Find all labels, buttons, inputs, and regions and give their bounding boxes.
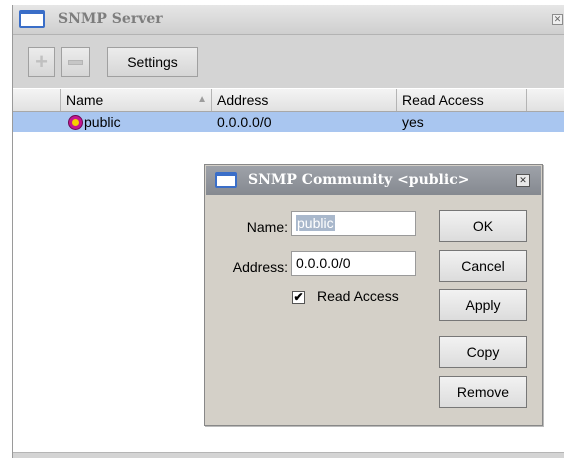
window-title: SNMP Server [58, 11, 163, 27]
dialog-title: SNMP Community <public> [248, 172, 470, 188]
add-button[interactable]: + [28, 47, 55, 77]
window-titlebar[interactable]: SNMP Server ✕ [13, 5, 564, 35]
cell-name: public [68, 114, 121, 130]
header-filler [526, 89, 564, 111]
toolbar: + Settings [13, 35, 564, 88]
remove-community-button[interactable]: Remove [439, 376, 527, 408]
plus-icon: + [35, 49, 48, 74]
minus-icon [68, 59, 83, 65]
column-header-name[interactable]: Name ▲ [60, 89, 211, 111]
window-icon [19, 10, 45, 28]
table-row[interactable]: public 0.0.0.0/0 yes [13, 112, 564, 132]
cell-read-access: yes [402, 114, 424, 130]
cancel-button[interactable]: Cancel [439, 250, 527, 282]
community-icon [68, 114, 83, 130]
sort-ascending-icon: ▲ [197, 94, 207, 105]
address-field[interactable]: 0.0.0.0/0 [291, 251, 416, 276]
header-blank [13, 89, 60, 111]
settings-button[interactable]: Settings [107, 47, 198, 77]
cell-address: 0.0.0.0/0 [217, 114, 272, 130]
apply-button[interactable]: Apply [439, 289, 527, 321]
column-header-address[interactable]: Address [211, 89, 396, 111]
read-access-label[interactable]: Read Access [317, 288, 399, 304]
name-label: Name: [246, 219, 288, 235]
dialog-titlebar[interactable]: SNMP Community <public> ✕ [206, 166, 541, 195]
read-access-checkbox[interactable]: ✔ [292, 291, 305, 304]
address-label: Address: [232, 259, 288, 275]
dialog-window-icon [215, 172, 237, 188]
snmp-community-dialog: SNMP Community <public> ✕ Name: public A… [204, 164, 543, 426]
column-header-read-access[interactable]: Read Access [396, 89, 526, 111]
name-field[interactable]: public [291, 211, 416, 236]
dialog-close-icon[interactable]: ✕ [516, 174, 530, 187]
copy-button[interactable]: Copy [439, 336, 527, 368]
name-field-value: public [296, 215, 335, 231]
remove-button[interactable] [61, 47, 90, 77]
close-icon[interactable]: ✕ [552, 14, 563, 25]
communities-table: Name ▲ Address Read Access public 0.0.0.… [13, 89, 564, 132]
table-header: Name ▲ Address Read Access [13, 89, 564, 112]
status-bar [13, 452, 564, 458]
ok-button[interactable]: OK [439, 210, 527, 242]
